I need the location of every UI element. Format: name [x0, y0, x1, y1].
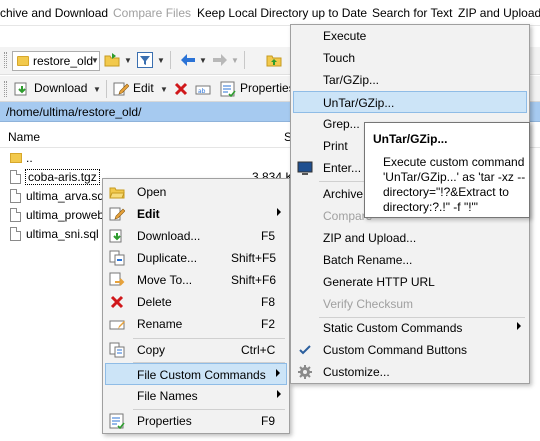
gear-icon	[298, 365, 312, 379]
back-arrow-icon[interactable]	[180, 52, 196, 68]
chevron-down-icon[interactable]: ▼	[199, 56, 207, 65]
file-name: ultima_proweb	[26, 208, 105, 222]
submenu-arrow-icon	[277, 208, 281, 216]
menu-item-open[interactable]: Open	[105, 181, 287, 203]
download-button-label[interactable]: Download	[34, 81, 87, 95]
location-combo[interactable]: restore_old	[12, 51, 100, 71]
file-name: coba-aris.tgz	[25, 169, 100, 185]
rename-icon[interactable]: ab	[195, 81, 211, 97]
parent-directory-icon	[10, 153, 22, 163]
file-name: ultima_arva.sql	[26, 189, 107, 203]
menu-item-properties[interactable]: Properties F9	[105, 410, 287, 432]
submenu-item-execute[interactable]: Execute	[293, 25, 527, 47]
tooltip-title: UnTar/GZip...	[373, 132, 448, 146]
tooltip-body: Execute custom command 'UnTar/GZip...' a…	[383, 155, 526, 214]
open-folder-icon[interactable]	[104, 52, 120, 68]
forward-arrow-icon[interactable]	[212, 52, 228, 68]
parent-directory-icon[interactable]	[266, 52, 282, 68]
menu-zip-and-upload[interactable]: ZIP and Upload	[458, 6, 540, 20]
file-name: ..	[26, 151, 33, 165]
submenu-item-custom-command-buttons[interactable]: Custom Command Buttons	[293, 339, 527, 361]
file-icon	[10, 227, 21, 241]
submenu-arrow-icon	[277, 390, 281, 398]
menu-item-file-custom-commands[interactable]: File Custom Commands	[105, 363, 287, 385]
submenu-item-touch[interactable]: Touch	[293, 47, 527, 69]
menu-item-copy[interactable]: Copy Ctrl+C	[105, 339, 287, 361]
file-icon	[10, 189, 21, 203]
submenu-arrow-icon	[276, 369, 280, 377]
download-icon[interactable]	[14, 81, 30, 97]
current-path: /home/ultima/restore_old/	[6, 105, 142, 119]
svg-text:ab: ab	[198, 88, 206, 95]
copy-icon	[109, 342, 125, 358]
submenu-item-static-custom-commands[interactable]: Static Custom Commands	[293, 317, 527, 339]
menu-archive-and-download[interactable]: chive and Download	[0, 6, 108, 20]
rename-icon	[109, 320, 125, 330]
menu-item-file-names[interactable]: File Names	[105, 385, 287, 407]
terminal-icon	[297, 161, 313, 175]
delete-x-icon[interactable]	[173, 81, 189, 97]
submenu-item-batch-rename[interactable]: Batch Rename...	[293, 249, 527, 271]
menu-item-delete[interactable]: Delete F8	[105, 291, 287, 313]
toolbar-grip[interactable]	[4, 81, 7, 97]
toolbar-grip[interactable]	[4, 52, 7, 68]
menu-item-download[interactable]: Download... F5	[105, 225, 287, 247]
custom-commands-menu-strip: chive and Download Compare Files Keep Lo…	[0, 0, 540, 26]
file-icon	[10, 170, 21, 184]
file-icon	[10, 208, 21, 222]
location-value: restore_old	[33, 54, 94, 68]
chevron-down-icon[interactable]: ▼	[91, 56, 99, 65]
submenu-item-tar-gzip[interactable]: Tar/GZip...	[293, 69, 527, 91]
menu-keep-local-directory[interactable]: Keep Local Directory up to Date	[197, 6, 367, 20]
checkmark-icon	[299, 345, 311, 355]
edit-pencil-icon[interactable]	[113, 81, 129, 97]
menu-search-for-text[interactable]: Search for Text	[372, 6, 452, 20]
submenu-item-zip-and-upload[interactable]: ZIP and Upload...	[293, 227, 527, 249]
column-name-header[interactable]: Name	[8, 130, 40, 144]
folder-icon	[17, 56, 29, 66]
submenu-item-customize[interactable]: Customize...	[293, 361, 527, 383]
submenu-item-generate-http-url[interactable]: Generate HTTP URL	[293, 271, 527, 293]
move-icon	[109, 272, 125, 286]
filter-icon[interactable]	[137, 52, 153, 68]
properties-icon	[109, 413, 125, 429]
command-tooltip: UnTar/GZip... Execute custom command 'Un…	[364, 122, 530, 218]
properties-icon[interactable]	[220, 81, 236, 97]
chevron-down-icon[interactable]: ▼	[160, 85, 168, 94]
menu-item-edit[interactable]: Edit	[105, 203, 287, 225]
menu-item-duplicate[interactable]: Duplicate... Shift+F5	[105, 247, 287, 269]
open-folder-icon	[109, 187, 125, 199]
menu-compare-files[interactable]: Compare Files	[113, 6, 191, 20]
submenu-item-untar-gzip[interactable]: UnTar/GZip...	[293, 91, 527, 113]
chevron-down-icon[interactable]: ▼	[124, 56, 132, 65]
submenu-item-verify-checksum[interactable]: Verify Checksum	[293, 293, 527, 315]
chevron-down-icon[interactable]: ▼	[93, 85, 101, 94]
chevron-down-icon[interactable]: ▼	[231, 56, 239, 65]
menu-item-move-to[interactable]: Move To... Shift+F6	[105, 269, 287, 291]
file-name: ultima_sni.sql	[26, 227, 99, 241]
duplicate-icon	[109, 250, 125, 266]
chevron-down-icon[interactable]: ▼	[157, 56, 165, 65]
delete-x-icon	[110, 295, 124, 309]
submenu-arrow-icon	[517, 322, 521, 330]
edit-pencil-icon	[109, 207, 125, 221]
menu-item-rename[interactable]: Rename F2	[105, 313, 287, 335]
properties-button-label[interactable]: Properties	[240, 81, 295, 95]
file-context-menu: Open Edit Download... F5 Duplicate... Sh…	[102, 178, 290, 434]
edit-button-label[interactable]: Edit	[133, 81, 154, 95]
download-icon	[109, 229, 122, 243]
